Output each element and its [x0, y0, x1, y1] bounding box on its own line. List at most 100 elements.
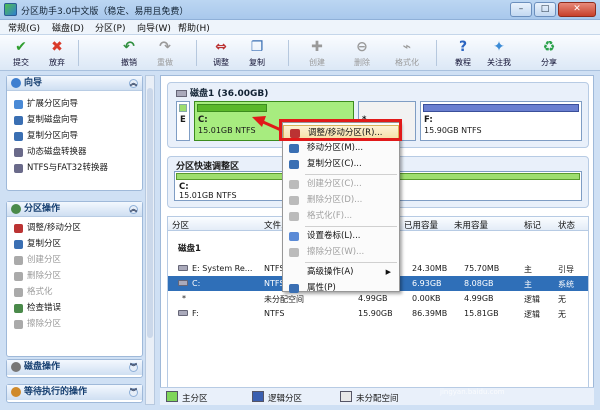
- wizard-item[interactable]: 复制磁盘向导: [7, 112, 142, 128]
- expand-icon[interactable]: ︾: [129, 388, 138, 397]
- context-menu-item[interactable]: 移动分区(M)...: [283, 141, 399, 156]
- collapse-icon[interactable]: ︽: [129, 205, 138, 214]
- disk-ops-title: 磁盘操作: [24, 362, 61, 372]
- toolbar-button-0[interactable]: ✔ 提交: [4, 37, 38, 69]
- toolbar-button-7[interactable]: ⊖ 删除: [345, 37, 379, 69]
- legend: 主分区 逻辑分区 未分配空间: [160, 387, 594, 405]
- expand-icon[interactable]: ︾: [129, 363, 138, 372]
- usage-bar: [197, 104, 267, 112]
- wizard-item-icon: [14, 100, 23, 109]
- format-icon: ⌁: [402, 39, 412, 55]
- left-panel: 向导 ︽ 扩展分区向导 复制磁盘向导复制分区向导动态磁盘转换器 NTFS与FAT32…: [6, 75, 143, 405]
- context-menu-item[interactable]: 删除分区(D)...: [283, 193, 399, 208]
- menu-wizard[interactable]: 向导(W): [137, 21, 171, 34]
- context-menu-item[interactable]: 创建分区(C)...: [283, 177, 399, 192]
- partition-f-block[interactable]: F: 15.90GB NTFS: [420, 101, 582, 141]
- wizard-panel: 向导 ︽ 扩展分区向导 复制磁盘向导复制分区向导动态磁盘转换器 NTFS与FAT32…: [6, 75, 143, 191]
- toolbar-label: 格式化: [395, 58, 419, 67]
- legend-swatch: [252, 391, 264, 402]
- column-header[interactable]: 标记: [524, 219, 541, 231]
- partition-op-item[interactable]: 检查错误: [7, 300, 142, 316]
- partition-op-item[interactable]: 复制分区: [7, 236, 142, 252]
- wizard-item[interactable]: 复制分区向导: [7, 128, 142, 144]
- left-scrollbar[interactable]: [145, 75, 155, 405]
- legend-label: 逻辑分区: [268, 394, 303, 404]
- wizard-item[interactable]: 扩展分区向导: [7, 96, 142, 112]
- pending-ops-title: 等待执行的操作: [24, 387, 88, 397]
- context-menu-label: 复制分区(C)...: [307, 159, 362, 169]
- cell-used: 86.39MB: [412, 309, 448, 318]
- column-header[interactable]: 状态: [558, 219, 575, 231]
- column-header[interactable]: 已用容量: [404, 219, 438, 231]
- table-row[interactable]: F: NTFS 15.90GB 86.39MB 15.81GB 逻辑 无: [168, 306, 588, 321]
- collapse-icon[interactable]: ︽: [129, 79, 138, 88]
- partition-op-label: 擦除分区: [27, 319, 62, 329]
- menu-general[interactable]: 常规(G): [8, 21, 40, 34]
- scrollbar-thumb[interactable]: [147, 88, 153, 338]
- partition-op-item[interactable]: 格式化: [7, 284, 142, 300]
- partition-e-block[interactable]: E: [176, 101, 190, 141]
- toolbar-label: 教程: [455, 58, 471, 67]
- pending-ops-header[interactable]: 等待执行的操作 ︾: [7, 385, 142, 400]
- wizard-item-label: 扩展分区向导: [27, 99, 79, 109]
- menu-item-icon: [289, 284, 299, 293]
- wizard-item[interactable]: 动态磁盘转换器: [7, 144, 142, 160]
- drive-icon: [178, 280, 188, 286]
- partition-op-item[interactable]: 擦除分区: [7, 316, 142, 332]
- copy-icon: ❐: [250, 39, 264, 55]
- toolbar-button-10[interactable]: ✦ 关注我: [482, 37, 516, 69]
- partition-ops-header[interactable]: 分区操作 ︽: [7, 202, 142, 217]
- wizard-item-label: 复制磁盘向导: [27, 115, 79, 125]
- partition-op-item[interactable]: 删除分区: [7, 268, 142, 284]
- partition-op-item[interactable]: 调整/移动分区: [7, 220, 142, 236]
- column-header[interactable]: 未用容量: [454, 219, 488, 231]
- toolbar-label: 删除: [354, 58, 370, 67]
- pending-ops-panel: 等待执行的操作 ︾: [6, 384, 143, 403]
- toolbar-button-5[interactable]: ❐ 复制: [240, 37, 274, 69]
- close-button[interactable]: ✕: [558, 2, 596, 17]
- help-icon: ?: [458, 39, 468, 55]
- wizard-item[interactable]: NTFS与FAT32转换器: [7, 160, 142, 176]
- legend-swatch: [340, 391, 352, 402]
- context-menu-item[interactable]: 设置卷标(L)...: [283, 229, 399, 244]
- watermark: Baidu经验: [440, 372, 505, 385]
- partition-op-item[interactable]: 创建分区: [7, 252, 142, 268]
- quick-partition-info: 15.01GB NTFS: [179, 191, 237, 200]
- wizard-item-icon: [14, 148, 23, 157]
- wizard-item-label: 动态磁盘转换器: [27, 147, 87, 157]
- wizard-panel-header[interactable]: 向导 ︽: [7, 76, 142, 91]
- menu-help[interactable]: 帮助(H): [178, 21, 210, 34]
- cell-flag: 逻辑: [524, 295, 540, 304]
- toolbar-button-6[interactable]: ✚ 创建: [300, 37, 334, 69]
- toolbar-button-8[interactable]: ⌁ 格式化: [390, 37, 424, 69]
- maximize-button[interactable]: □: [534, 2, 556, 17]
- toolbar-button-9[interactable]: ? 教程: [446, 37, 480, 69]
- cell-used: 6.93GB: [412, 279, 442, 288]
- context-menu-item[interactable]: 高级操作(A) ▶: [283, 265, 399, 280]
- toolbar-button-11[interactable]: ♻ 分享: [532, 37, 566, 69]
- wizard-item-icon: [14, 164, 23, 173]
- context-menu-item[interactable]: 复制分区(C)...: [283, 157, 399, 172]
- disk-row-label: 磁盘1: [178, 244, 201, 254]
- context-menu-item[interactable]: 属性(P): [283, 281, 399, 296]
- toolbar-button-1[interactable]: ✖ 放弃: [40, 37, 74, 69]
- menu-disk[interactable]: 磁盘(D): [52, 21, 84, 34]
- context-menu-item[interactable]: 擦除分区(W)...: [283, 245, 399, 260]
- toolbar-label: 撤销: [121, 58, 137, 67]
- context-menu-label: 移动分区(M)...: [307, 143, 364, 153]
- column-header[interactable]: 分区: [172, 219, 189, 231]
- toolbar-separator: [436, 40, 437, 66]
- menu-partition[interactable]: 分区(P): [95, 21, 125, 34]
- toolbar-button-2[interactable]: ↶ 撤销: [112, 37, 146, 69]
- check-icon: ✔: [15, 39, 27, 55]
- minimize-button[interactable]: –: [510, 2, 532, 17]
- cancel-icon: ✖: [51, 39, 63, 55]
- toolbar-button-4[interactable]: ⇔ 调整: [204, 37, 238, 69]
- cell-status: 系统: [558, 280, 574, 289]
- context-menu-item[interactable]: 格式化(F)...: [283, 209, 399, 224]
- disk-ops-panel: 磁盘操作 ︾: [6, 359, 143, 378]
- share-icon: ♻: [542, 39, 556, 55]
- disk-ops-header[interactable]: 磁盘操作 ︾: [7, 360, 142, 375]
- cell-free: 4.99GB: [464, 294, 494, 303]
- toolbar-button-3[interactable]: ↷ 重做: [148, 37, 182, 69]
